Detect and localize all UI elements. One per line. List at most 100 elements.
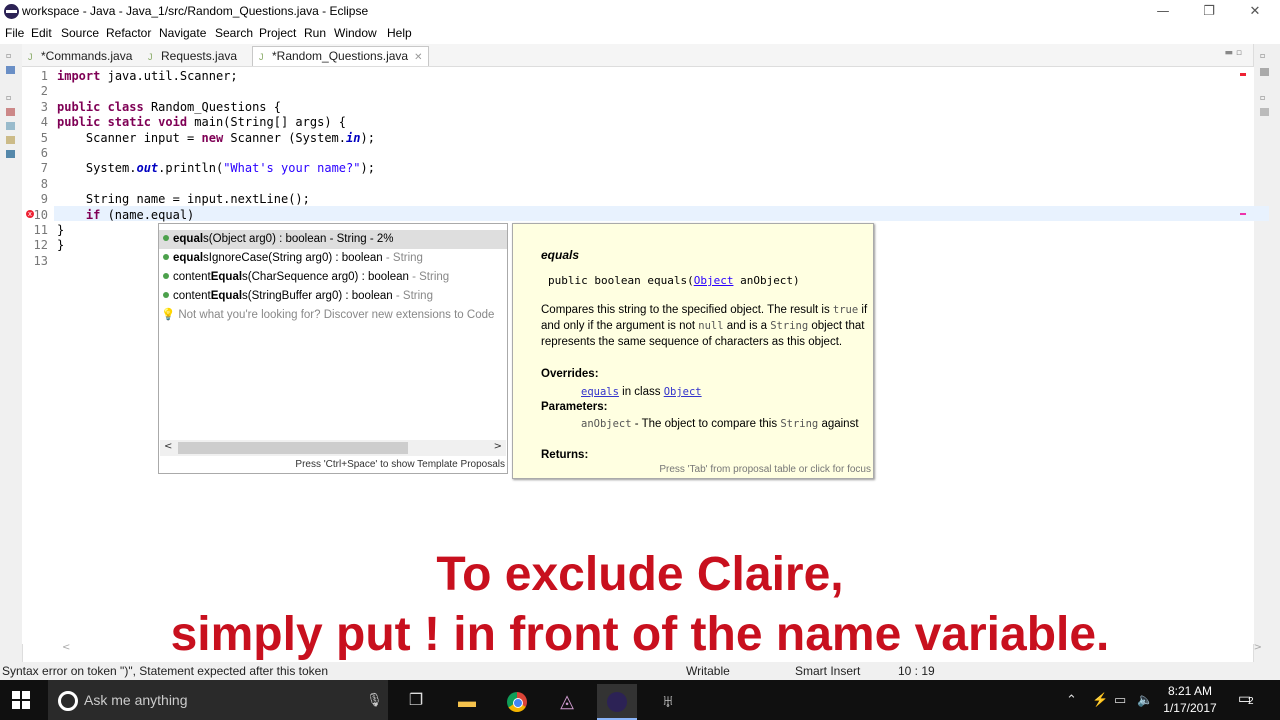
eclipse-taskbar-icon[interactable]	[597, 684, 637, 720]
network-icon[interactable]: ▭	[1114, 680, 1126, 720]
tab-commands[interactable]: J *Commands.java	[28, 47, 132, 66]
menu-source[interactable]: Source	[61, 26, 99, 40]
code-token: in	[346, 130, 361, 145]
overrides-heading: Overrides:	[541, 368, 599, 380]
windows-taskbar: Ask me anything 🎙 ❐ ▬ ◬ ♅ ⌃ ⚡ ▭ 🔈 8:21 A…	[0, 680, 1280, 720]
proposal-item[interactable]: equalsIgnoreCase(String arg0) : boolean …	[159, 249, 507, 268]
status-cursor-position: 10 : 19	[898, 664, 935, 678]
line-number: 12	[33, 238, 48, 253]
code-token: );	[360, 161, 375, 176]
restore-button[interactable]: ❐	[1186, 2, 1232, 22]
desc-code: true	[832, 304, 859, 316]
code-token: new	[201, 130, 224, 145]
proposal-prefix: content	[173, 271, 211, 283]
desc-text: Compares this string to the specified ob…	[541, 304, 833, 316]
proposal-owner: - String	[382, 252, 423, 264]
restore-view-icon[interactable]: ▫	[1260, 52, 1269, 60]
code-token: import	[57, 69, 101, 83]
signature-type-link[interactable]: Object	[694, 274, 734, 287]
menu-window[interactable]: Window	[334, 26, 377, 40]
line-number: 6	[40, 146, 48, 160]
line-number: 8	[40, 176, 48, 191]
code-token: (name.equal)	[100, 207, 195, 222]
package-explorer-icon[interactable]	[6, 66, 15, 74]
restore-view-icon[interactable]: ▫	[6, 94, 15, 102]
declaration-icon[interactable]	[6, 136, 15, 144]
chrome-icon[interactable]	[497, 684, 537, 718]
proposal-prefix: content	[173, 290, 211, 302]
tab-label: *Random_Questions.java	[272, 49, 409, 63]
close-button[interactable]: ✕	[1232, 2, 1278, 22]
status-writable: Writable	[686, 664, 730, 678]
minimize-editor-icon[interactable]: ▬ ▫	[1225, 48, 1242, 58]
scroll-right-icon[interactable]: >	[494, 441, 502, 452]
task-list-icon[interactable]	[1260, 108, 1269, 116]
scroll-left-icon[interactable]: <	[164, 441, 172, 452]
javadoc-icon[interactable]	[6, 122, 15, 130]
doc-title: equals	[541, 248, 580, 262]
returns-heading: Returns:	[541, 449, 589, 461]
menu-edit[interactable]: Edit	[31, 26, 52, 40]
caption-line-2: simply put ! in front of the name variab…	[170, 608, 1110, 661]
proposal-item[interactable]: equals(Object arg0) : boolean - String -…	[159, 230, 507, 249]
start-button[interactable]	[12, 691, 30, 709]
tab-requests[interactable]: J Requests.java	[148, 47, 237, 66]
action-center-icon[interactable]: ▭ 2	[1238, 690, 1258, 708]
overrides-method-link[interactable]: equals	[581, 386, 619, 398]
overrides-text: equals in class Object	[581, 384, 861, 400]
system-clock[interactable]: 8:21 AM 1/17/2017	[1150, 683, 1230, 717]
menu-file[interactable]: File	[5, 26, 24, 40]
overview-line-marker[interactable]	[1240, 213, 1246, 215]
outline-icon[interactable]	[1260, 68, 1269, 76]
code-token: public class	[57, 99, 144, 114]
cortana-search-box[interactable]: Ask me anything 🎙	[48, 680, 388, 720]
notification-count: 2	[1248, 696, 1254, 707]
proposal-match: equal	[173, 233, 204, 245]
app-launcher-icon[interactable]: ◬	[547, 684, 587, 718]
proposal-match: equal	[173, 252, 204, 264]
show-hidden-icons-icon[interactable]: ⌃	[1066, 680, 1077, 720]
proposal-item[interactable]: contentEquals(StringBuffer arg0) : boole…	[159, 287, 507, 306]
minimize-button[interactable]: —	[1140, 2, 1186, 22]
menu-search[interactable]: Search	[215, 26, 253, 40]
java-file-icon: J	[148, 52, 153, 62]
param-desc: against	[818, 418, 859, 430]
code-token: Scanner input =	[57, 130, 202, 145]
menu-help[interactable]: Help	[387, 26, 412, 40]
menu-refactor[interactable]: Refactor	[106, 26, 151, 40]
tray-app-icon[interactable]: ⚡	[1092, 680, 1108, 720]
overrides-class-link[interactable]: Object	[664, 386, 702, 398]
console-icon[interactable]	[6, 150, 15, 158]
javadoc-popup[interactable]: equals public boolean equals(Object anOb…	[512, 223, 874, 479]
overview-error-marker[interactable]	[1240, 73, 1246, 76]
code-token: java.util.Scanner;	[107, 69, 238, 83]
editor-tab-bar: J *Commands.java J Requests.java J *Random_…	[22, 44, 1254, 67]
menu-run[interactable]: Run	[304, 26, 326, 40]
proposal-item[interactable]: contentEquals(CharSequence arg0) : boole…	[159, 268, 507, 287]
proposal-horizontal-scrollbar[interactable]: < >	[160, 440, 506, 456]
code-text: Scanner input = new Scanner (System.in);	[57, 131, 375, 146]
task-view-icon[interactable]: ❐	[396, 684, 436, 718]
file-explorer-icon[interactable]: ▬	[447, 684, 487, 718]
recorder-icon[interactable]: ♅	[648, 684, 688, 718]
menu-navigate[interactable]: Navigate	[159, 26, 206, 40]
discover-extensions-link[interactable]: 💡 Not what you're looking for? Discover n…	[159, 306, 507, 325]
code-token: public static void	[57, 115, 188, 130]
status-insert-mode[interactable]: Smart Insert	[795, 662, 860, 680]
menu-project[interactable]: Project	[259, 26, 296, 40]
restore-view-icon[interactable]: ▫	[1260, 94, 1269, 102]
code-token: out	[136, 161, 159, 176]
signature-suffix: anObject)	[733, 274, 800, 287]
restore-view-icon[interactable]: ▫	[6, 52, 15, 60]
public-method-icon	[163, 273, 169, 279]
proposal-footer: Press 'Ctrl+Space' to show Template Prop…	[295, 459, 505, 470]
param-desc: - The object to compare this	[631, 418, 781, 430]
desc-code: String	[770, 320, 809, 332]
problems-icon[interactable]	[6, 108, 15, 116]
microphone-icon[interactable]: 🎙	[366, 692, 383, 708]
close-tab-icon[interactable]: ✕	[414, 52, 422, 63]
scrollbar-thumb[interactable]	[178, 442, 408, 454]
tab-random-questions[interactable]: J *Random_Questions.java ✕	[252, 46, 430, 66]
tab-label: *Commands.java	[41, 49, 133, 63]
lightbulb-icon: 💡	[161, 309, 176, 321]
